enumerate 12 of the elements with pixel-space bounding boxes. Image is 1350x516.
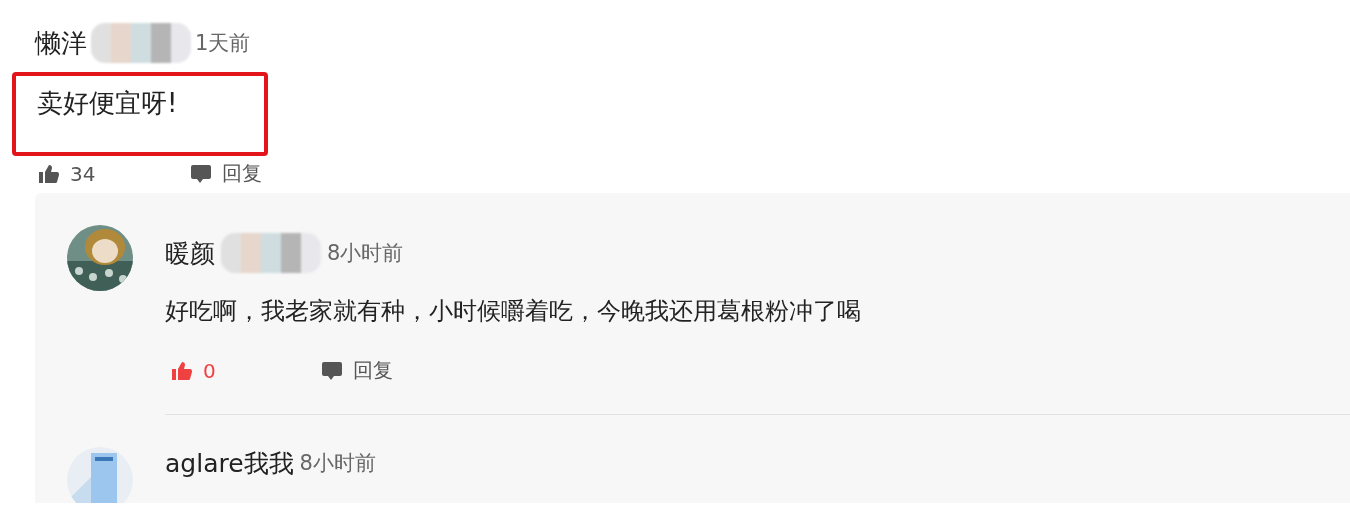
- comment-text: 卖好便宜呀!: [37, 88, 178, 118]
- reply-button[interactable]: 回复: [321, 357, 393, 384]
- timestamp: 8小时前: [327, 240, 404, 267]
- like-button[interactable]: 34: [38, 161, 190, 186]
- reply-button[interactable]: 回复: [190, 160, 262, 187]
- username: aglare我我: [165, 447, 294, 480]
- timestamp: 1天前: [195, 30, 251, 57]
- username: 懒洋: [35, 26, 87, 60]
- timestamp: 8小时前: [299, 450, 376, 477]
- username: 暖颜: [165, 237, 215, 270]
- reply-text: 好吃啊，我老家就有种，小时候嚼着吃，今晚我还用葛根粉冲了喝: [165, 296, 862, 327]
- like-button[interactable]: 0: [171, 358, 321, 383]
